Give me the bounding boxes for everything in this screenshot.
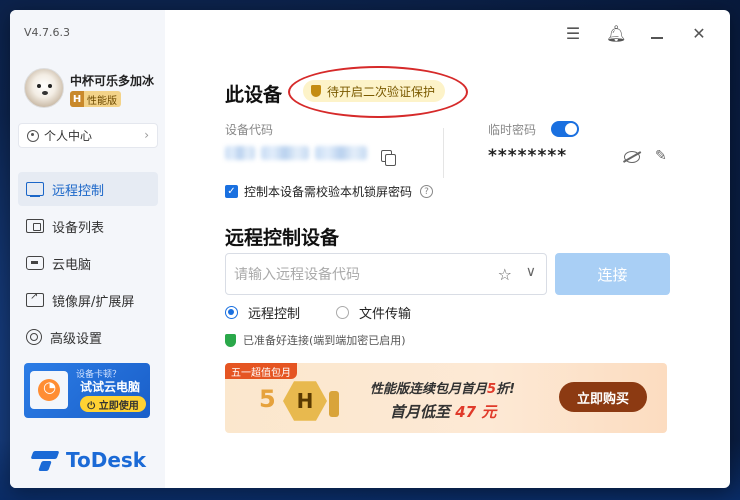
- main-panel: 此设备 待开启二次验证保护 设备代码 临时密码 ******** ✎ ✓ 控制本…: [225, 10, 715, 488]
- username: 中杯可乐多加冰: [70, 74, 155, 88]
- sidebar-item-label: 远程控制: [52, 183, 105, 199]
- temp-password-value: ********: [488, 146, 568, 166]
- chevron-down-icon[interactable]: ∨: [526, 264, 536, 280]
- brand-name: ToDesk: [66, 448, 147, 472]
- banner-price: 47: [455, 403, 477, 421]
- chevron-right-icon: ›: [144, 128, 149, 142]
- device-list-icon: [26, 219, 44, 233]
- temp-password-toggle[interactable]: [551, 121, 579, 137]
- sidebar-item-mirror-screen[interactable]: 镜像屏/扩展屏: [18, 283, 158, 317]
- annotation-ring: [288, 66, 468, 118]
- sidebar-item-advanced-settings[interactable]: 高级设置: [18, 320, 158, 354]
- user-icon: [27, 129, 39, 142]
- promo-title: 试试云电脑: [80, 380, 141, 394]
- banner-currency: 元: [476, 403, 497, 421]
- tier-label: 性能版: [87, 95, 117, 107]
- radio-remote-control-label: 远程控制: [248, 307, 301, 322]
- gear-icon: [22, 325, 46, 349]
- radio-remote-control[interactable]: [225, 306, 238, 319]
- copy-icon[interactable]: [381, 150, 396, 166]
- todesk-logo-icon: [32, 449, 60, 471]
- remote-code-input[interactable]: 请输入远程设备代码 ☆ ∨: [225, 253, 547, 295]
- banner-discount: 5: [487, 382, 497, 397]
- device-code-value: [225, 146, 373, 160]
- temp-password-label: 临时密码: [488, 123, 537, 137]
- remote-section-title: 远程控制设备: [225, 227, 340, 249]
- personal-center-label: 个人中心: [44, 129, 93, 143]
- connection-status-text: 已准备好连接(端到端加密已启用): [243, 334, 406, 347]
- personal-center-button[interactable]: 个人中心 ›: [18, 123, 158, 148]
- sidebar-nav: 远程控制 设备列表 云电脑 镜像屏/扩展屏 高级设置: [18, 172, 158, 357]
- radio-file-transfer[interactable]: [336, 306, 350, 319]
- mirror-screen-icon: [26, 291, 44, 307]
- cloud-pc-promo[interactable]: 设备卡顿？ 试试云电脑 ⏻ 立即使用: [24, 363, 150, 418]
- lockscreen-checkbox-label: 控制本设备需校验本机锁屏密码: [244, 185, 413, 199]
- tier-badge: H 性能版: [70, 91, 121, 107]
- todesk-window: V4.7.6.3 中杯可乐多加冰 H 性能版 个人中心 › 远程控制 设备列表 …: [10, 10, 730, 488]
- shield-check-icon: [225, 333, 236, 347]
- banner-line1-text: 性能版连续包月首月: [370, 382, 488, 397]
- banner-tag: 五一超值包月: [225, 363, 297, 379]
- banner-decor-5: 5: [259, 385, 276, 413]
- banner-line2: 首月低至 47 元: [390, 401, 496, 422]
- sidebar-item-label: 云电脑: [52, 257, 92, 273]
- todesk-logo: ToDesk: [32, 448, 146, 472]
- watermark: 知乎 @中杯可乐多加冰: [502, 461, 678, 481]
- banner-line1-suffix: 折!: [496, 382, 515, 397]
- connection-status: 已准备好连接(端到端加密已启用): [225, 332, 406, 348]
- sidebar-item-remote-control[interactable]: 远程控制: [18, 172, 158, 206]
- star-icon[interactable]: ☆: [498, 265, 512, 284]
- banner-decor-coin: [329, 391, 339, 417]
- blurred-digits: [225, 146, 255, 160]
- avatar[interactable]: [24, 68, 64, 108]
- sidebar-item-label: 设备列表: [52, 220, 105, 236]
- sidebar-item-label: 高级设置: [50, 331, 103, 347]
- version-label: V4.7.6.3: [24, 26, 71, 39]
- mode-radio-group: 远程控制 文件传输: [225, 303, 411, 322]
- blurred-digits: [315, 146, 367, 160]
- promo-banner[interactable]: 五一超值包月 5 H 性能版连续包月首月5折! 首月低至 47 元 立即购买: [225, 363, 667, 433]
- banner-line2-text: 首月低至: [390, 403, 456, 421]
- lockscreen-checkbox[interactable]: ✓: [225, 185, 238, 198]
- sidebar-item-label: 镜像屏/扩展屏: [52, 294, 135, 310]
- edit-icon[interactable]: ✎: [655, 148, 667, 164]
- divider: [443, 128, 444, 178]
- banner-hex-icon: H: [283, 381, 327, 421]
- eye-off-icon[interactable]: [624, 151, 640, 163]
- sidebar-item-device-list[interactable]: 设备列表: [18, 209, 158, 243]
- banner-line1: 性能版连续包月首月5折!: [370, 378, 515, 397]
- remote-code-placeholder: 请输入远程设备代码: [234, 267, 360, 283]
- blurred-digits: [261, 146, 309, 160]
- cloud-pc-icon: [26, 256, 44, 270]
- tier-letter: H: [70, 91, 84, 107]
- device-section-title: 此设备: [225, 84, 283, 106]
- sidebar-item-cloud-pc[interactable]: 云电脑: [18, 246, 158, 280]
- buy-now-button[interactable]: 立即购买: [559, 382, 647, 412]
- cloud-pc-promo-icon: [30, 371, 68, 409]
- lockscreen-checkbox-row[interactable]: ✓ 控制本设备需校验本机锁屏密码 ?: [225, 183, 434, 200]
- monitor-icon: [26, 182, 44, 197]
- promo-use-now-button[interactable]: ⏻ 立即使用: [80, 396, 146, 412]
- connect-button[interactable]: 连接: [555, 253, 670, 295]
- sidebar: V4.7.6.3 中杯可乐多加冰 H 性能版 个人中心 › 远程控制 设备列表 …: [10, 10, 165, 488]
- radio-file-transfer-label: 文件传输: [359, 307, 412, 322]
- help-icon[interactable]: ?: [420, 185, 434, 198]
- device-code-label: 设备代码: [225, 123, 274, 137]
